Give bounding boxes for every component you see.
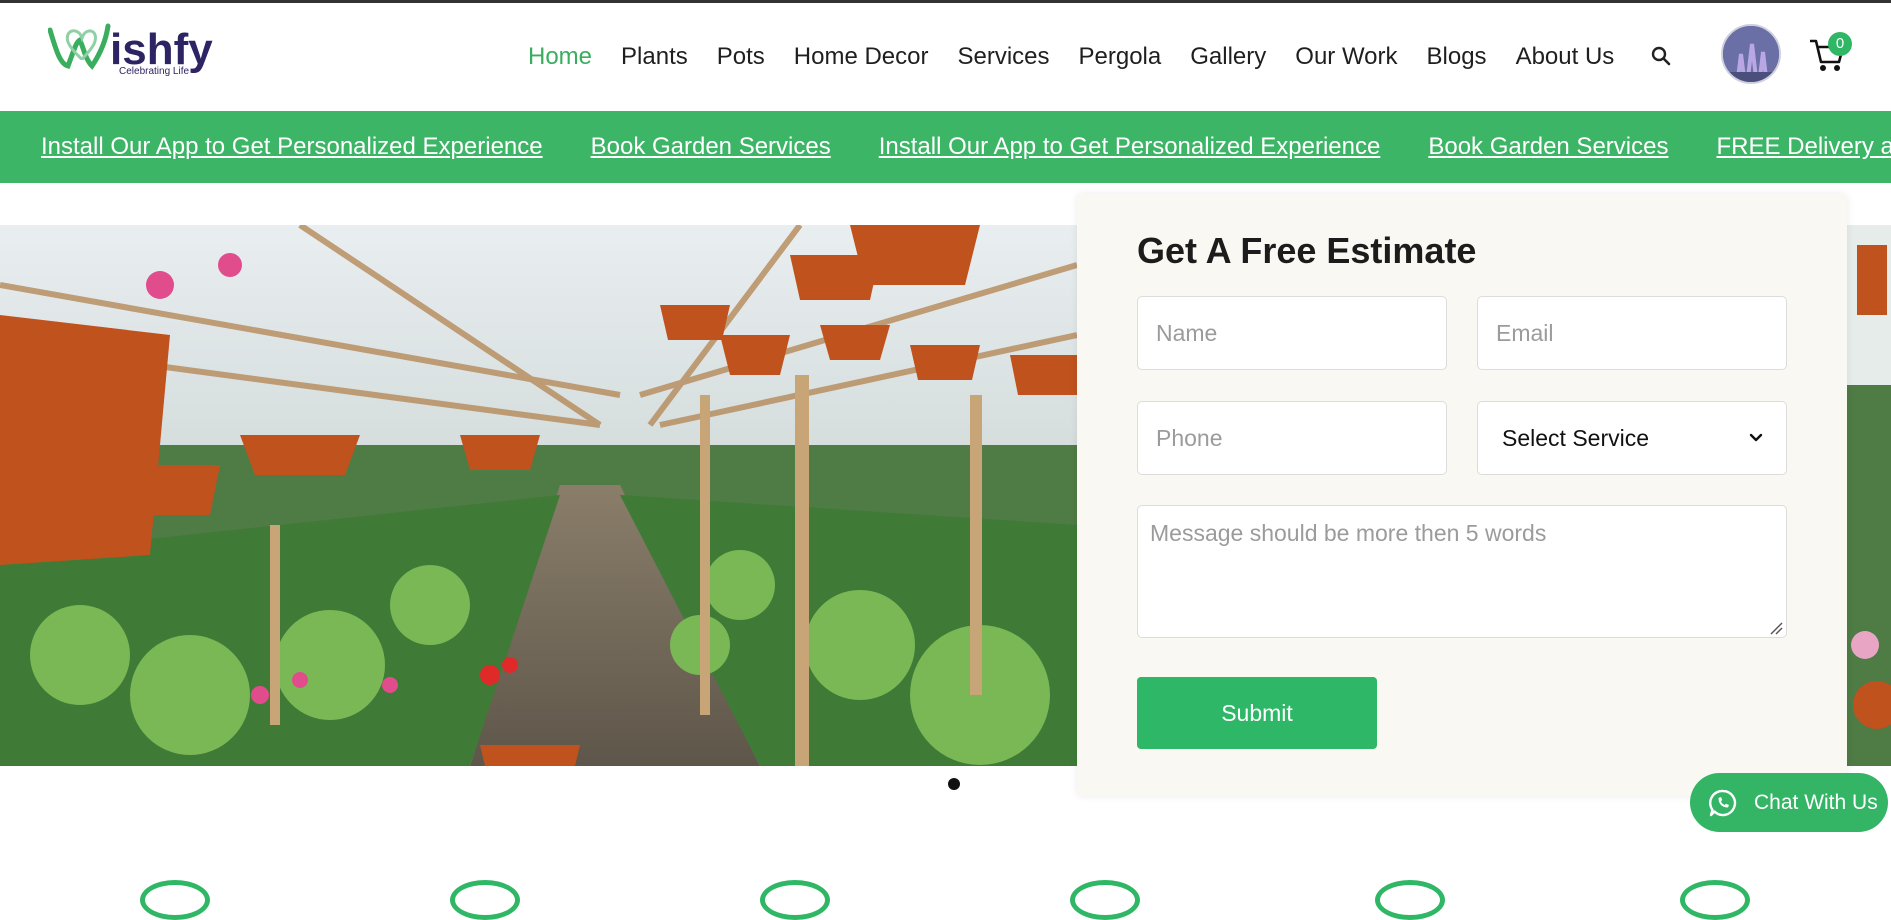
- phone-input[interactable]: [1137, 401, 1447, 475]
- nav-about-us[interactable]: About Us: [1516, 37, 1615, 77]
- carousel-dot[interactable]: [948, 778, 960, 790]
- category-circle: [140, 880, 210, 920]
- estimate-form-card: Get A Free Estimate Select Service Submi…: [1077, 194, 1847, 796]
- nav-blogs[interactable]: Blogs: [1427, 37, 1487, 77]
- whatsapp-icon: [1709, 789, 1737, 816]
- chat-with-us-button[interactable]: Chat With Us: [1690, 773, 1888, 832]
- promo-marquee: Install Our App to Get Personalized Expe…: [0, 111, 1891, 183]
- cart-count-badge: 0: [1828, 32, 1852, 56]
- hero-banner-image-right-edge: [1847, 225, 1891, 766]
- message-textarea[interactable]: [1137, 505, 1787, 638]
- marquee-track: Install Our App to Get Personalized Expe…: [41, 111, 1891, 183]
- greenhouse-photo-edge: [1847, 225, 1891, 766]
- marquee-link-free-delivery[interactable]: FREE Delivery above: [1716, 133, 1891, 161]
- service-select-value: Select Service: [1502, 424, 1650, 451]
- service-select[interactable]: Select Service: [1477, 401, 1787, 475]
- logo-mark-icon: ishfy: [47, 23, 213, 74]
- search-icon[interactable]: [1650, 45, 1672, 67]
- nav-home[interactable]: Home: [528, 37, 592, 77]
- logo-tagline: Celebrating Life: [119, 66, 190, 77]
- wishfy-logo[interactable]: ishfy Celebrating Life: [47, 20, 233, 90]
- nav-pots[interactable]: Pots: [717, 37, 765, 77]
- nav-pergola[interactable]: Pergola: [1079, 37, 1162, 77]
- marquee-link-install-app[interactable]: Install Our App to Get Personalized Expe…: [41, 133, 543, 161]
- marquee-link-garden-services[interactable]: Book Garden Services: [591, 133, 831, 161]
- marquee-link-install-app[interactable]: Install Our App to Get Personalized Expe…: [879, 133, 1381, 161]
- nav-gallery[interactable]: Gallery: [1190, 37, 1266, 77]
- category-circle: [1680, 880, 1750, 920]
- chevron-down-icon: [1749, 433, 1763, 442]
- name-input[interactable]: [1137, 296, 1447, 370]
- nav-plants[interactable]: Plants: [621, 37, 688, 77]
- greenhouse-photo: [0, 225, 1077, 766]
- resize-grip-icon[interactable]: [1769, 621, 1783, 635]
- nav-home-decor[interactable]: Home Decor: [794, 37, 929, 77]
- category-circle: [1070, 880, 1140, 920]
- avatar-image: [1723, 26, 1779, 82]
- category-circle: [450, 880, 520, 920]
- user-avatar[interactable]: [1721, 24, 1781, 84]
- nav-services[interactable]: Services: [957, 37, 1049, 77]
- nav-our-work[interactable]: Our Work: [1295, 37, 1397, 77]
- chat-label: Chat With Us: [1754, 790, 1878, 814]
- hero-banner-image: [0, 225, 1077, 766]
- submit-button[interactable]: Submit: [1137, 677, 1377, 749]
- category-circle: [1375, 880, 1445, 920]
- main-nav: Home Plants Pots Home Decor Services Per…: [528, 37, 1643, 77]
- marquee-link-garden-services[interactable]: Book Garden Services: [1428, 133, 1668, 161]
- category-circle: [760, 880, 830, 920]
- email-input[interactable]: [1477, 296, 1787, 370]
- site-header: ishfy Celebrating Life Home Plants Pots …: [0, 3, 1891, 111]
- estimate-form-title: Get A Free Estimate: [1137, 230, 1477, 271]
